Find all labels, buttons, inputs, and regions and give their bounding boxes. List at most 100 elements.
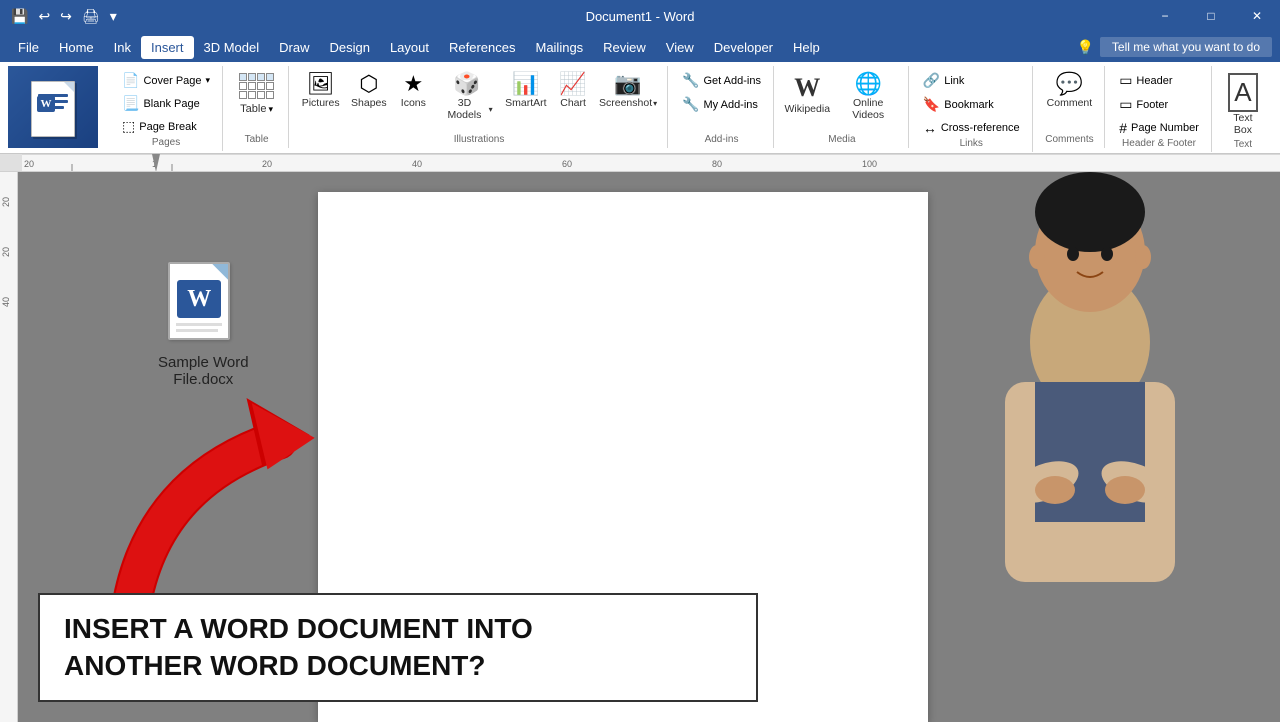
document-area: W Sample Word File.docx INSERT A WORD DO… bbox=[18, 172, 1280, 722]
link-button[interactable]: 🔗 Link bbox=[919, 70, 1024, 91]
cover-page-dropdown-icon: ▾ bbox=[206, 75, 211, 86]
shapes-icon: ⬡ bbox=[359, 73, 378, 95]
3d-models-button[interactable]: 🎲 3D Models ▾ bbox=[437, 70, 496, 124]
print-preview-icon[interactable]: 🖨 bbox=[79, 6, 103, 27]
svg-text:40: 40 bbox=[412, 159, 422, 169]
svg-text:40: 40 bbox=[1, 297, 11, 307]
page-break-icon: ⬚ bbox=[122, 118, 135, 135]
text-group-label: Text bbox=[1222, 139, 1264, 153]
page-number-button[interactable]: # Page Number bbox=[1115, 118, 1203, 138]
svg-text:20: 20 bbox=[1, 197, 11, 207]
word-file-icon-area: W Sample Word File.docx bbox=[158, 262, 249, 388]
menu-home[interactable]: Home bbox=[49, 36, 104, 59]
header-footer-group-label: Header & Footer bbox=[1115, 138, 1203, 152]
pictures-icon: 🖼 bbox=[307, 73, 335, 95]
ribbon-group-illustrations: 🖼 Pictures ⬡ Shapes ★ Icons 🎲 3D Models … bbox=[291, 66, 668, 148]
get-addins-button[interactable]: 🔧 Get Add-ins bbox=[678, 70, 765, 91]
icons-button[interactable]: ★ Icons bbox=[395, 70, 431, 112]
pictures-button[interactable]: 🖼 Pictures bbox=[299, 70, 342, 112]
svg-text:20: 20 bbox=[24, 159, 34, 169]
smartart-icon: 📊 bbox=[512, 73, 539, 95]
comment-button[interactable]: 💬 Comment bbox=[1043, 70, 1097, 112]
comments-group-label: Comments bbox=[1043, 134, 1097, 148]
horizontal-ruler: 20 1 20 40 60 80 100 bbox=[0, 154, 1280, 172]
get-addins-icon: 🔧 bbox=[682, 72, 699, 89]
ribbon-group-links: 🔗 Link 🔖 Bookmark ↔ Cross-reference Link… bbox=[911, 66, 1033, 152]
save-icon[interactable]: 💾 bbox=[8, 6, 31, 27]
table-button[interactable]: Table ▾ bbox=[233, 70, 280, 118]
svg-text:20: 20 bbox=[1, 247, 11, 257]
ribbon-group-table: Table ▾ Table bbox=[225, 66, 289, 148]
menu-mailings[interactable]: Mailings bbox=[525, 36, 593, 59]
quick-access-toolbar: 💾 ↩ ↪ 🖨 ▾ bbox=[8, 6, 120, 27]
page-number-icon: # bbox=[1119, 120, 1127, 136]
menu-help[interactable]: Help bbox=[783, 36, 830, 59]
footer-button[interactable]: ▭ Footer bbox=[1115, 94, 1203, 115]
menu-layout[interactable]: Layout bbox=[380, 36, 439, 59]
ribbon-group-text: A Text Box Text bbox=[1214, 66, 1272, 153]
cover-page-button[interactable]: 📄 Cover Page ▾ bbox=[118, 70, 214, 91]
undo-icon[interactable]: ↩ bbox=[35, 6, 53, 27]
menu-design[interactable]: Design bbox=[319, 36, 379, 59]
3d-models-icon: 🎲 bbox=[453, 73, 480, 95]
chart-icon: 📈 bbox=[559, 73, 586, 95]
my-addins-button[interactable]: 🔧 My Add-ins bbox=[678, 94, 765, 115]
blank-page-button[interactable]: 📃 Blank Page bbox=[118, 93, 214, 114]
ribbon-group-header-footer: ▭ Header ▭ Footer # Page Number Header &… bbox=[1107, 66, 1212, 152]
header-button[interactable]: ▭ Header bbox=[1115, 70, 1203, 91]
lightbulb-icon: 💡 bbox=[1076, 39, 1093, 56]
my-addins-icon: 🔧 bbox=[682, 96, 699, 113]
vertical-ruler: 20 20 40 bbox=[0, 172, 18, 722]
wikipedia-button[interactable]: W Wikipedia bbox=[784, 70, 831, 118]
close-button[interactable]: ✕ bbox=[1234, 0, 1280, 32]
menu-references[interactable]: References bbox=[439, 36, 525, 59]
table-dropdown-icon: ▾ bbox=[268, 104, 273, 115]
svg-text:20: 20 bbox=[262, 159, 272, 169]
illustrations-group-label: Illustrations bbox=[299, 134, 659, 148]
word-icon-letter: W bbox=[187, 286, 211, 313]
filename-label: Sample Word File.docx bbox=[158, 354, 249, 388]
footer-icon: ▭ bbox=[1119, 96, 1132, 113]
person-image bbox=[900, 172, 1280, 722]
menu-draw[interactable]: Draw bbox=[269, 36, 319, 59]
menu-developer[interactable]: Developer bbox=[704, 36, 783, 59]
cross-ref-icon: ↔ bbox=[923, 120, 937, 136]
redo-icon[interactable]: ↪ bbox=[57, 6, 75, 27]
window-controls: − □ ✕ bbox=[1142, 0, 1280, 32]
main-area: 20 20 40 bbox=[0, 172, 1280, 722]
title-bar: 💾 ↩ ↪ 🖨 ▾ Document1 - Word − □ ✕ bbox=[0, 0, 1280, 32]
ribbon-group-comments: 💬 Comment Comments bbox=[1035, 66, 1106, 148]
page-break-button[interactable]: ⬚ Page Break bbox=[118, 116, 214, 137]
caption-text: INSERT A WORD DOCUMENT INTO ANOTHER WORD… bbox=[64, 611, 732, 684]
ribbon-group-addins: 🔧 Get Add-ins 🔧 My Add-ins Add-ins bbox=[670, 66, 774, 148]
maximize-button[interactable]: □ bbox=[1188, 0, 1234, 32]
comment-icon: 💬 bbox=[1056, 73, 1083, 95]
smartart-button[interactable]: 📊 SmartArt bbox=[503, 70, 549, 112]
svg-text:100: 100 bbox=[862, 159, 877, 169]
word-logo-ribbon: W bbox=[8, 66, 98, 148]
menu-view[interactable]: View bbox=[656, 36, 704, 59]
3dmodels-dropdown-icon: ▾ bbox=[489, 105, 493, 114]
ribbon-group-media: W Wikipedia 🌐 Online Videos Media bbox=[776, 66, 909, 148]
online-videos-button[interactable]: 🌐 Online Videos bbox=[837, 70, 900, 124]
word-file-icon: W bbox=[168, 262, 238, 344]
menu-insert[interactable]: Insert bbox=[141, 36, 194, 59]
chart-button[interactable]: 📈 Chart bbox=[555, 70, 591, 112]
bookmark-button[interactable]: 🔖 Bookmark bbox=[919, 94, 1024, 115]
text-box-button[interactable]: A Text Box bbox=[1222, 70, 1264, 139]
search-bar[interactable]: Tell me what you want to do bbox=[1100, 37, 1272, 57]
minimize-button[interactable]: − bbox=[1142, 0, 1188, 32]
cross-reference-button[interactable]: ↔ Cross-reference bbox=[919, 118, 1024, 138]
menu-ink[interactable]: Ink bbox=[104, 36, 141, 59]
menu-review[interactable]: Review bbox=[593, 36, 656, 59]
svg-text:60: 60 bbox=[562, 159, 572, 169]
screenshot-button[interactable]: 📷 Screenshot ▾ bbox=[597, 70, 659, 112]
bookmark-icon: 🔖 bbox=[923, 96, 940, 113]
link-icon: 🔗 bbox=[923, 72, 940, 89]
shapes-button[interactable]: ⬡ Shapes bbox=[348, 70, 389, 112]
ribbon: W 📄 Cover Page ▾ 📃 Blank Page ⬚ bbox=[0, 62, 1280, 154]
menu-file[interactable]: File bbox=[8, 36, 49, 59]
menu-3dmodel[interactable]: 3D Model bbox=[194, 36, 270, 59]
customize-icon[interactable]: ▾ bbox=[107, 6, 120, 27]
pages-group-label: Pages bbox=[118, 137, 214, 151]
